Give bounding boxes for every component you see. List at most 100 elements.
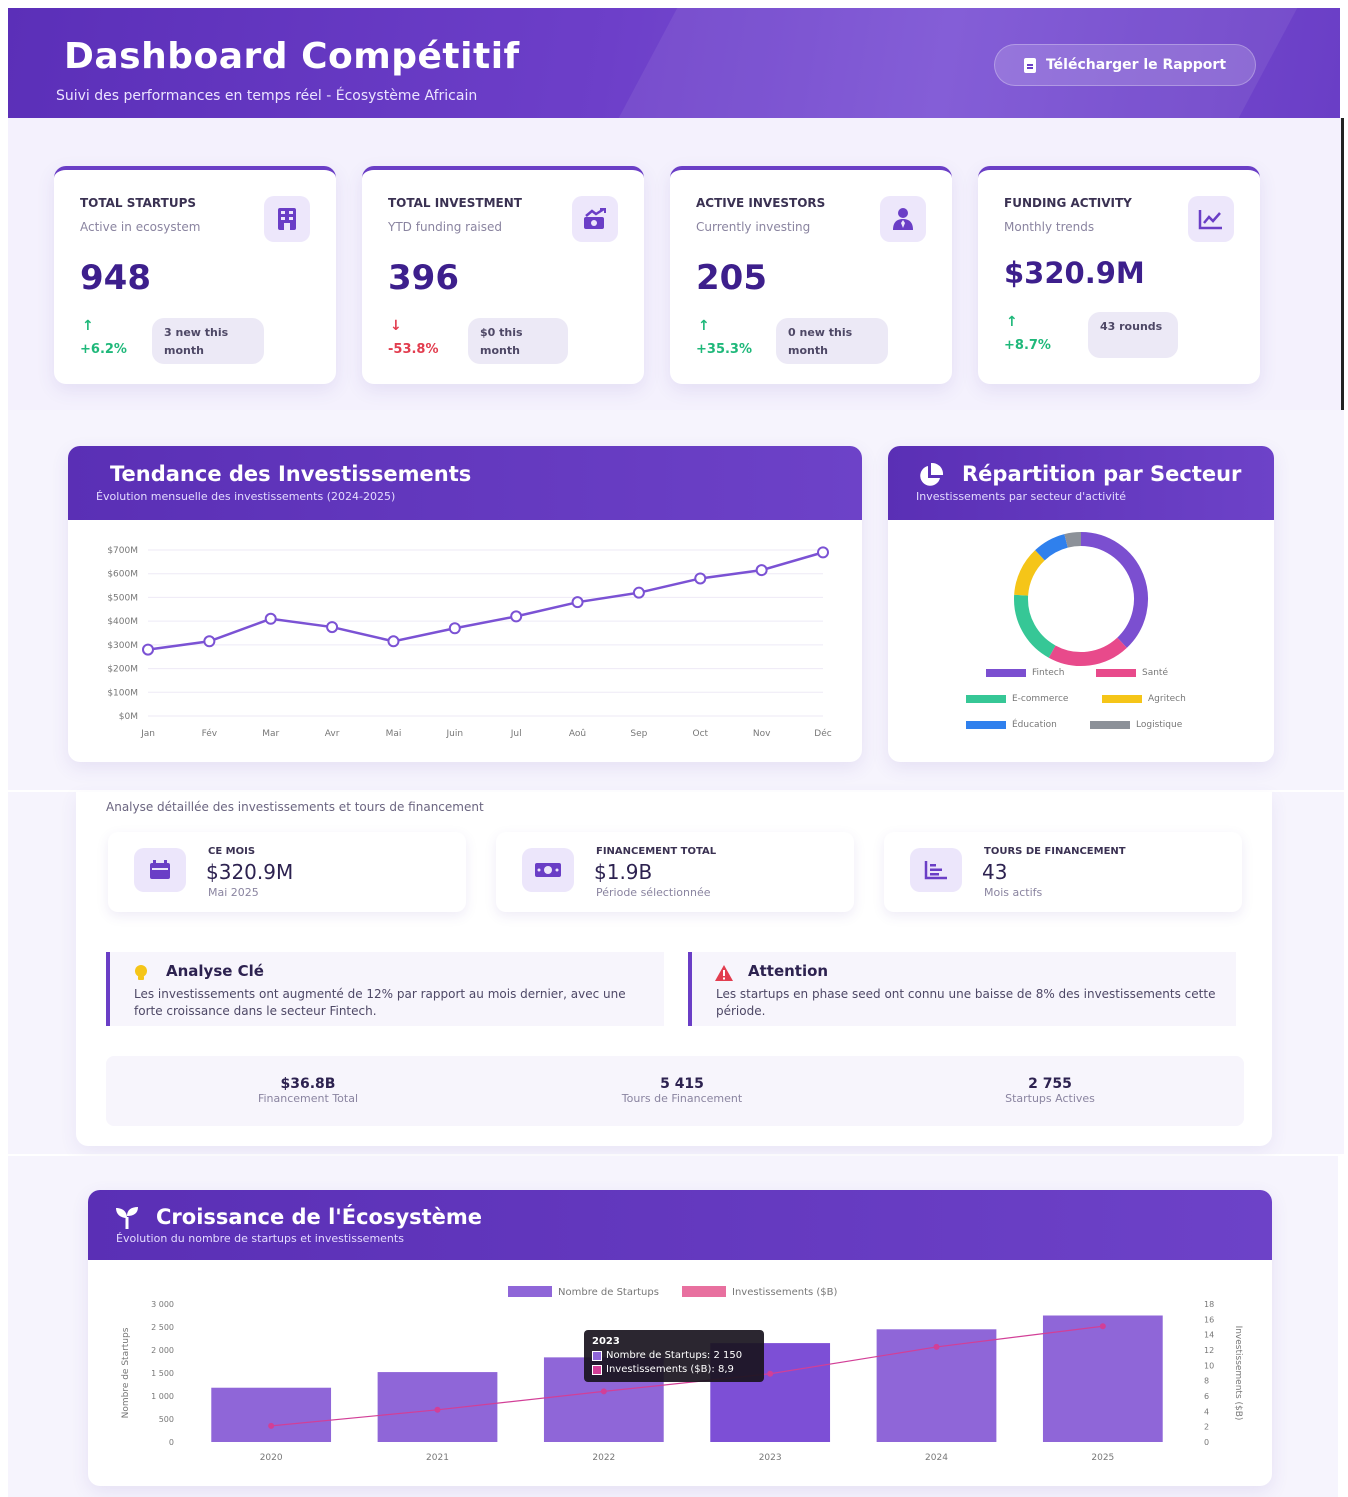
data-point — [142, 643, 154, 656]
trend-down-icon: ↓ — [390, 318, 402, 334]
pie-chart-icon — [920, 462, 944, 486]
y-tick-label: $200M — [107, 665, 138, 675]
kpi-value: 205 — [696, 258, 767, 298]
y2-tick-label: 8 — [1204, 1377, 1209, 1386]
investment-trend-header: Tendance des Investissements Évolution m… — [68, 446, 862, 520]
donut-slice — [1048, 637, 1127, 666]
sector-donut-chart[interactable] — [888, 520, 1274, 670]
bar-list-icon — [910, 848, 962, 892]
lightbulb-icon — [135, 965, 147, 980]
y-tick-label: $100M — [107, 688, 138, 698]
x-tick-label: Mar — [262, 729, 279, 739]
growth-section: Croissance de l'Écosystème Évolution du … — [8, 1156, 1338, 1497]
insight-attention: Attention Les startups en phase seed ont… — [688, 952, 1236, 1026]
seedling-icon — [116, 1207, 138, 1229]
data-point — [387, 635, 400, 648]
tooltip-row: Investissements ($B): 8,9 — [592, 1363, 756, 1377]
insight-text: Les investissements ont augmenté de 12% … — [134, 987, 626, 1018]
kpi-description: Monthly trends — [1004, 220, 1095, 234]
building-icon — [264, 196, 310, 242]
legend-item[interactable]: Santé — [1096, 668, 1168, 678]
legend-label: E-commerce — [1012, 694, 1069, 704]
x-tick-label: Déc — [814, 728, 831, 739]
x-tick-label: 2024 — [925, 1453, 948, 1463]
stat-sub: Période sélectionnée — [596, 886, 711, 899]
donut-slice — [1064, 532, 1082, 548]
kpi-description: Currently investing — [696, 220, 811, 234]
donut-slice — [1035, 534, 1069, 561]
file-icon — [1023, 57, 1036, 73]
kpi-card-funding-activity[interactable]: FUNDING ACTIVITY Monthly trends $320.9M … — [978, 166, 1260, 384]
stat-card-funding-rounds[interactable]: TOURS DE FINANCEMENT 43 Mois actifs — [884, 832, 1242, 912]
legend-swatch — [966, 695, 1006, 703]
investment-trend-title: Tendance des Investissements — [110, 462, 472, 486]
analysis-intro: Analyse détaillée des investissements et… — [106, 800, 484, 814]
kpi-card-active-investors[interactable]: ACTIVE INVESTORS Currently investing 205… — [670, 166, 952, 384]
legend-swatch — [986, 669, 1026, 677]
charts-section: Tendance des Investissements Évolution m… — [8, 410, 1344, 790]
data-point — [1099, 1323, 1106, 1330]
x-tick-label: Aoû — [569, 729, 586, 739]
download-report-button[interactable]: Télécharger le Rapport — [994, 44, 1256, 86]
stat-value: $1.9B — [594, 860, 653, 884]
legend-item[interactable]: Fintech — [986, 668, 1064, 678]
kpi-title: TOTAL INVESTMENT — [388, 196, 522, 210]
data-point — [767, 1370, 774, 1377]
kpi-note-badge: $0 this month — [468, 318, 568, 364]
kpi-value: $320.9M — [1004, 256, 1145, 290]
stat-label: FINANCEMENT TOTAL — [596, 846, 717, 857]
analysis-section: Analyse détaillée des investissements et… — [8, 792, 1344, 1154]
investment-trend-chart[interactable]: $0M $100M $200M $300M $400M $500M $600M $700M Ja… — [68, 520, 862, 762]
stat-value: $320.9M — [206, 860, 294, 884]
legend-item[interactable]: Éducation — [966, 720, 1057, 730]
kpi-change: -53.8% — [388, 342, 439, 357]
total-startups-summary: 2 755 Startups Actives — [920, 1076, 1180, 1105]
y2-tick-label: 4 — [1204, 1407, 1209, 1416]
kpi-title: ACTIVE INVESTORS — [696, 196, 826, 210]
y2-tick-label: 14 — [1204, 1331, 1214, 1340]
y2-tick-label: 2 — [1204, 1423, 1209, 1432]
kpi-title: FUNDING ACTIVITY — [1004, 196, 1132, 210]
y-tick-label: 0 — [169, 1438, 174, 1447]
legend-item[interactable]: E-commerce — [966, 694, 1068, 704]
legend-label: Fintech — [1032, 668, 1065, 678]
legend-item[interactable]: Logistique — [1090, 720, 1182, 730]
trend-up-icon: ↑ — [698, 318, 710, 334]
y-tick-label: $400M — [107, 617, 138, 627]
total-funding-summary: $36.8B Financement Total — [178, 1076, 438, 1105]
y-tick-label: $600M — [107, 570, 138, 580]
ecosystem-growth-card: Croissance de l'Écosystème Évolution du … — [88, 1190, 1272, 1486]
legend-swatch — [682, 1286, 726, 1297]
sector-distribution-subtitle: Investissements par secteur d'activité — [916, 490, 1126, 503]
data-point — [694, 572, 707, 585]
download-report-label: Télécharger le Rapport — [1045, 57, 1227, 73]
data-point — [326, 621, 339, 634]
y-tick-label: $500M — [107, 593, 138, 603]
stat-card-this-month[interactable]: CE MOIS $320.9M Mai 2025 — [108, 832, 466, 912]
y-tick-label: $300M — [107, 641, 138, 651]
legend-label: Éducation — [1012, 720, 1057, 730]
totals-summary: $36.8B Financement Total 5 415 Tours de … — [106, 1056, 1244, 1126]
series-line — [147, 551, 824, 651]
trend-up-icon: ↑ — [82, 318, 94, 334]
y-tick-label: 1 000 — [151, 1392, 174, 1401]
kpi-description: YTD funding raised — [388, 220, 503, 234]
line-chart-icon — [1188, 196, 1234, 242]
kpi-note-badge: 43 rounds — [1088, 312, 1178, 358]
total-label: Startups Actives — [1005, 1092, 1095, 1105]
kpi-card-total-investment[interactable]: TOTAL INVESTMENT YTD funding raised 396 … — [362, 166, 644, 384]
kpi-card-total-startups[interactable]: TOTAL STARTUPS Active in ecosystem 948 ↑… — [54, 166, 336, 384]
x-tick-label: 2022 — [592, 1453, 615, 1463]
stat-card-total-funding[interactable]: FINANCEMENT TOTAL $1.9B Période sélectio… — [496, 832, 854, 912]
legend-item[interactable]: Agritech — [1102, 694, 1186, 704]
data-point — [571, 596, 584, 609]
y-tick-label: 2 500 — [151, 1323, 174, 1332]
x-tick-label: 2025 — [1091, 1453, 1114, 1463]
y2-tick-label: 16 — [1204, 1315, 1214, 1324]
tooltip-line: Nombre de Startups: 2 150 — [606, 1350, 743, 1361]
kpi-value: 948 — [80, 258, 151, 298]
donut-slice — [1014, 594, 1056, 658]
legend-swatch — [508, 1286, 552, 1297]
donut-slice — [1080, 532, 1148, 648]
y2-tick-label: 12 — [1204, 1346, 1214, 1355]
